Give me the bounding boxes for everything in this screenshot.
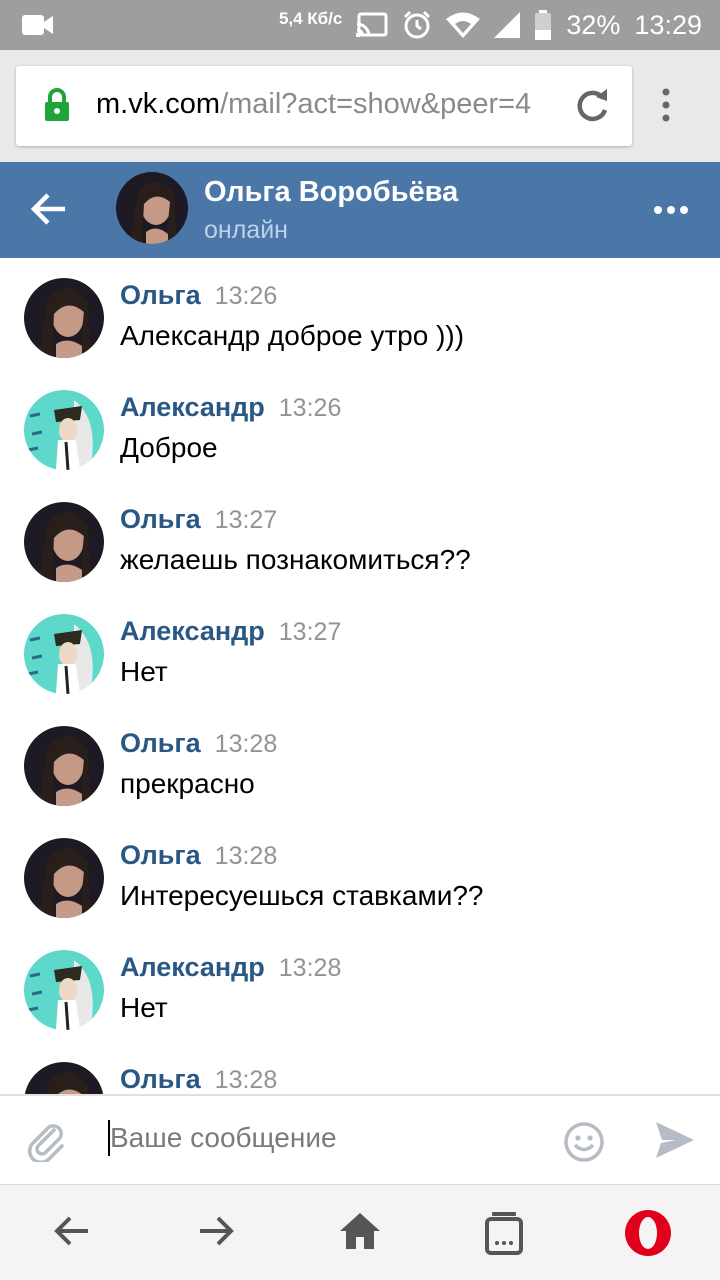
browser-toolbar: m.vk.com/mail?act=show&peer=4: [0, 50, 720, 162]
message-time: 13:28: [214, 730, 278, 758]
message-item: Ольга 13:28 Интересуешься ставками??: [0, 818, 720, 930]
message-time: 13:26: [214, 282, 278, 310]
wifi-icon: [446, 12, 481, 38]
message-author[interactable]: Ольга 13:28: [120, 840, 277, 871]
message-item: Александр 13:28 Нет: [0, 930, 720, 1042]
chat-header: Ольга Воробьёва онлайн: [0, 162, 720, 258]
message-author[interactable]: Ольга 13:27: [120, 504, 277, 535]
avatar-olga[interactable]: [24, 278, 104, 358]
message-text: Нет: [120, 992, 168, 1023]
message-text: Нет: [120, 656, 168, 687]
message-text: Интересуешься ставками??: [120, 880, 484, 911]
message-text: прекрасно: [120, 768, 255, 799]
message-time: 13:28: [214, 1066, 278, 1094]
lock-icon: [44, 88, 70, 127]
more-vert-icon[interactable]: [662, 88, 670, 127]
camera-icon: [22, 12, 54, 43]
send-icon[interactable]: [654, 1120, 696, 1165]
message-item: Ольга 13:28 прекрасно: [0, 706, 720, 818]
url-host: m.vk.com: [96, 88, 221, 120]
paperclip-icon[interactable]: [24, 1118, 68, 1167]
message-text: желаешь познакомиться??: [120, 544, 471, 575]
message-item: Ольга 13:28: [0, 1042, 720, 1094]
message-time: 13:27: [214, 506, 278, 534]
status-bar: 5,4 Кб/с 32% 13:29: [0, 0, 720, 50]
opera-menu-icon[interactable]: [624, 1209, 672, 1262]
alarm-icon: [402, 10, 432, 40]
cast-icon: [356, 12, 388, 38]
address-bar[interactable]: m.vk.com/mail?act=show&peer=4: [16, 66, 632, 146]
message-text: Александр доброе утро ))): [120, 320, 465, 351]
avatar-olga[interactable]: [24, 726, 104, 806]
more-horiz-icon[interactable]: [654, 202, 688, 220]
message-time: 13:26: [278, 394, 342, 422]
message-author[interactable]: Ольга 13:26: [120, 280, 277, 311]
reload-icon[interactable]: [572, 86, 612, 131]
emoji-icon[interactable]: [562, 1120, 606, 1169]
message-author[interactable]: Ольга 13:28: [120, 1064, 277, 1094]
url-path: /mail?act=show&peer=4: [220, 88, 532, 120]
avatar[interactable]: [116, 172, 188, 244]
message-text: Доброе: [120, 432, 218, 463]
clock: 13:29: [634, 9, 702, 40]
avatar-aleksandr[interactable]: [24, 614, 104, 694]
home-icon[interactable]: [338, 1211, 382, 1256]
message-item: Ольга 13:27 желаешь познакомиться??: [0, 482, 720, 594]
message-time: 13:28: [278, 954, 342, 982]
battery-icon: [534, 10, 552, 40]
message-author[interactable]: Александр 13:26: [120, 392, 341, 423]
chat-title: Ольга Воробьёва: [204, 176, 459, 208]
message-author[interactable]: Ольга 13:28: [120, 728, 277, 759]
nav-back-icon[interactable]: [52, 1211, 92, 1256]
back-arrow-icon[interactable]: [30, 190, 68, 233]
avatar-olga[interactable]: [24, 502, 104, 582]
message-author[interactable]: Александр 13:27: [120, 616, 341, 647]
avatar-olga[interactable]: [24, 838, 104, 918]
signal-icon: [494, 12, 521, 38]
battery-percent: 32%: [566, 9, 621, 40]
message-item: Александр 13:26 Доброе: [0, 370, 720, 482]
tabs-icon[interactable]: [484, 1211, 524, 1260]
avatar-aleksandr[interactable]: [24, 950, 104, 1030]
browser-bottom-nav: [0, 1184, 720, 1280]
message-item: Ольга 13:26 Александр доброе утро ))): [0, 258, 720, 370]
message-list[interactable]: Ольга 13:26 Александр доброе утро ))) Але…: [0, 258, 720, 1094]
url-text[interactable]: m.vk.com/mail?act=show&peer=4: [96, 88, 566, 121]
message-author[interactable]: Александр 13:28: [120, 952, 341, 983]
nav-forward-icon[interactable]: [196, 1211, 236, 1256]
avatar-aleksandr[interactable]: [24, 390, 104, 470]
avatar-olga[interactable]: [24, 1062, 104, 1094]
online-status: онлайн: [204, 216, 288, 244]
message-input[interactable]: [110, 1114, 540, 1162]
compose-bar: [0, 1094, 720, 1184]
message-time: 13:28: [214, 842, 278, 870]
network-speed: 5,4 Кб/с: [278, 8, 343, 28]
message-time: 13:27: [278, 618, 342, 646]
message-item: Александр 13:27 Нет: [0, 594, 720, 706]
